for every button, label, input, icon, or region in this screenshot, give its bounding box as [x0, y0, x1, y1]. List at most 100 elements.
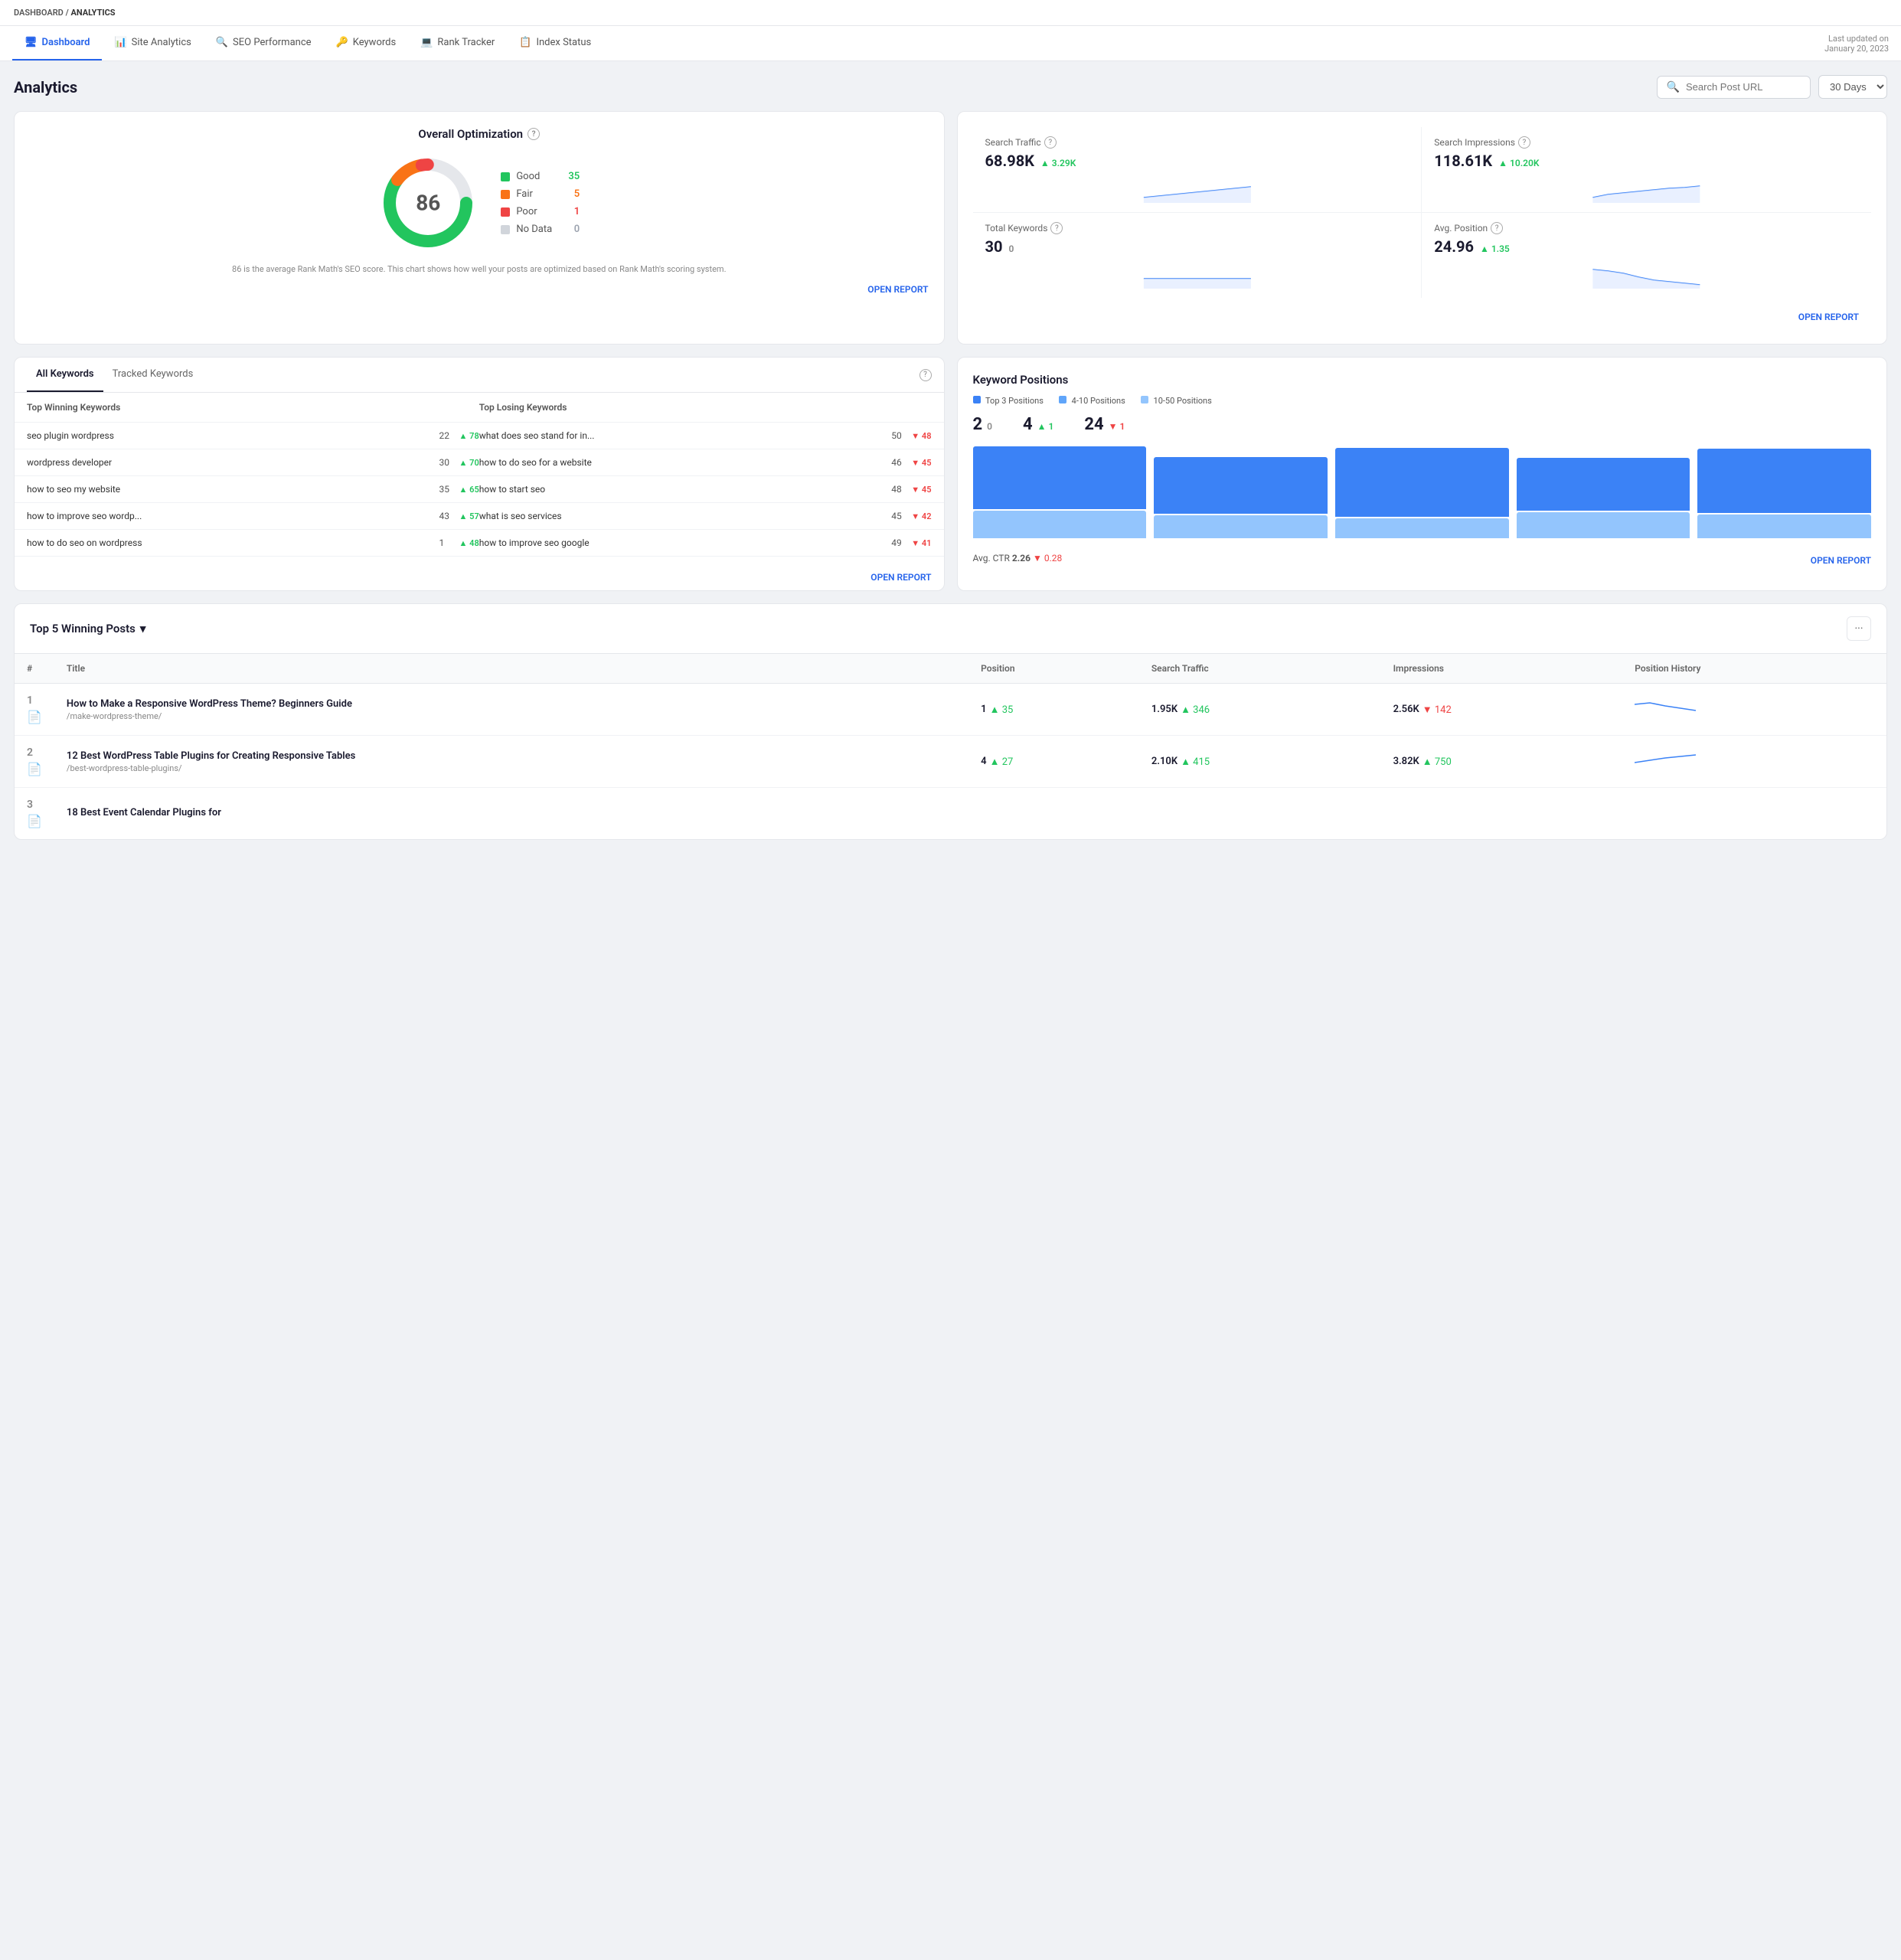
optimization-note: 86 is the average Rank Math's SEO score.… [30, 263, 929, 276]
kw-tab-all[interactable]: All Keywords [27, 358, 103, 392]
traffic-info-icon[interactable]: ? [1044, 136, 1057, 149]
post-traffic-2: 2.10K [1151, 756, 1178, 767]
avg-position-value: 24.96 [1434, 237, 1474, 256]
search-box: 🔍 [1657, 76, 1811, 99]
impressions-info-icon[interactable]: ? [1518, 136, 1530, 149]
legend-good-label: Good [516, 171, 562, 182]
tab-site-analytics[interactable]: 📊 Site Analytics [102, 26, 203, 60]
overall-optimization-card: Overall Optimization ? 86 [14, 111, 945, 345]
table-row: 1 📄 How to Make a Responsive WordPress T… [15, 684, 1886, 736]
search-input[interactable] [1686, 81, 1801, 93]
avg-ctr-value: 2.26 [1012, 553, 1031, 564]
tab-index-status[interactable]: 📋 Index Status [507, 26, 603, 60]
keywords-info-icon[interactable]: ? [919, 369, 932, 381]
col-traffic: Search Traffic [1139, 654, 1381, 684]
post-url-2: /best-wordpress-table-plugins/ [67, 763, 956, 773]
post-position-2: 4 [981, 756, 986, 767]
position-history-chart-1 [1635, 697, 1696, 720]
kw-tab-tracked[interactable]: Tracked Keywords [103, 358, 203, 392]
positions-legend: Top 3 Positions 4-10 Positions 10-50 Pos… [973, 396, 1872, 406]
stats-open-report[interactable]: OPEN REPORT [985, 312, 1860, 322]
position-history-chart-2 [1635, 749, 1696, 772]
site-analytics-icon: 📊 [114, 37, 126, 48]
4-10-value: 4 [1023, 415, 1033, 434]
post-traffic-change-1: ▲ 346 [1181, 704, 1210, 716]
tabs-bar: 🖥 Dashboard 📊 Site Analytics 🔍 SEO Perfo… [0, 26, 1901, 61]
top-posts-card: Top 5 Winning Posts ▾ ··· # Title Positi… [14, 603, 1887, 840]
keywords-info-icon[interactable]: ? [1050, 222, 1063, 234]
avg-position-change: ▲ 1.35 [1480, 243, 1510, 254]
total-keywords-value: 30 [985, 237, 1003, 256]
total-keywords-stat: Total Keywords ? 30 0 [973, 213, 1422, 298]
positions-open-report[interactable]: OPEN REPORT [1811, 555, 1871, 566]
post-pos-change-2: ▲ 27 [990, 756, 1014, 768]
post-traffic-1: 1.95K [1151, 704, 1178, 715]
legend-nodata-label: No Data [516, 224, 567, 235]
col-title: Title [54, 654, 968, 684]
keyword-positions-card: Keyword Positions Top 3 Positions 4-10 P… [957, 357, 1888, 591]
kw-row: how to improve seo wordp... 43 ▲ 57 what… [15, 503, 944, 530]
legend-top3: Top 3 Positions [985, 396, 1044, 406]
post-impressions-2: 3.82K [1393, 756, 1419, 767]
legend-10-50: 10-50 Positions [1154, 396, 1212, 406]
legend-fair-value: 5 [574, 188, 580, 200]
total-keywords-label: Total Keywords [985, 223, 1048, 234]
seo-performance-icon: 🔍 [216, 37, 228, 48]
legend-4-10: 4-10 Positions [1072, 396, 1125, 406]
post-impressions-1: 2.56K [1393, 704, 1419, 715]
4-10-change: ▲ 1 [1037, 421, 1054, 432]
post-title-2: 12 Best WordPress Table Plugins for Crea… [67, 750, 956, 762]
kw-row: seo plugin wordpress 22 ▲ 78 what does s… [15, 423, 944, 449]
post-icon-1: 📄 [27, 710, 42, 724]
legend-fair-label: Fair [516, 188, 567, 200]
index-status-icon: 📋 [519, 37, 531, 48]
post-num-3: 3 [27, 799, 42, 811]
post-traffic-change-2: ▲ 415 [1181, 756, 1210, 768]
table-row: 2 📄 12 Best WordPress Table Plugins for … [15, 736, 1886, 788]
col-impressions: Impressions [1381, 654, 1623, 684]
avg-position-stat: Avg. Position ? 24.96 ▲ 1.35 [1422, 213, 1871, 298]
positions-title: Keyword Positions [973, 373, 1872, 387]
post-num-1: 1 [27, 694, 42, 707]
search-impressions-value: 118.61K [1434, 152, 1492, 170]
post-title-3: 18 Best Event Calendar Plugins for [67, 807, 956, 818]
posts-table: # Title Position Search Traffic Impressi… [15, 654, 1886, 839]
winning-keywords-header: Top Winning Keywords [27, 402, 479, 413]
tab-site-analytics-label: Site Analytics [132, 37, 191, 48]
position-info-icon[interactable]: ? [1491, 222, 1503, 234]
page-title: Analytics [14, 78, 77, 96]
tab-rank-tracker[interactable]: 💻 Rank Tracker [408, 26, 507, 60]
avg-ctr: Avg. CTR 2.26 ▼ 0.28 [973, 553, 1063, 564]
tab-dashboard[interactable]: 🖥 Dashboard [12, 26, 102, 60]
tab-dashboard-label: Dashboard [42, 37, 90, 48]
kw-row: how to do seo on wordpress 1 ▲ 48 how to… [15, 530, 944, 557]
kw-row: how to seo my website 35 ▲ 65 how to sta… [15, 476, 944, 503]
post-imp-change-1: ▼ 142 [1422, 704, 1452, 716]
days-select[interactable]: 30 Days 7 Days 90 Days [1818, 75, 1887, 99]
optimization-open-report[interactable]: OPEN REPORT [30, 284, 929, 295]
bar-chart [973, 446, 1872, 538]
table-row: 3 📄 18 Best Event Calendar Plugins for [15, 788, 1886, 840]
search-impressions-label: Search Impressions [1434, 137, 1515, 148]
avg-position-label: Avg. Position [1434, 223, 1488, 234]
search-icon: 🔍 [1667, 81, 1680, 93]
more-options-button[interactable]: ··· [1847, 616, 1871, 641]
keywords-open-report[interactable]: OPEN REPORT [27, 572, 932, 583]
keywords-tabs: All Keywords Tracked Keywords ? [15, 358, 944, 393]
tab-keywords[interactable]: 🔑 Keywords [324, 26, 409, 60]
avg-ctr-change: ▼ 0.28 [1033, 553, 1062, 564]
optimization-legend: Good 35 Fair 5 Poor 1 N [501, 171, 580, 235]
post-imp-change-2: ▲ 750 [1422, 756, 1452, 768]
tab-index-status-label: Index Status [536, 37, 591, 48]
legend-poor-label: Poor [516, 206, 567, 217]
breadcrumb-base[interactable]: DASHBOARD [14, 8, 64, 18]
tab-seo-performance[interactable]: 🔍 SEO Performance [204, 26, 324, 60]
post-num-2: 2 [27, 746, 42, 759]
posts-title[interactable]: Top 5 Winning Posts ▾ [30, 622, 145, 635]
optimization-info-icon[interactable]: ? [528, 128, 540, 140]
10-50-value: 24 [1084, 415, 1103, 434]
10-50-change: ▼ 1 [1109, 421, 1125, 432]
dashboard-icon: 🖥 [24, 37, 38, 48]
col-history: Position History [1622, 654, 1886, 684]
legend-nodata-value: 0 [574, 224, 580, 235]
